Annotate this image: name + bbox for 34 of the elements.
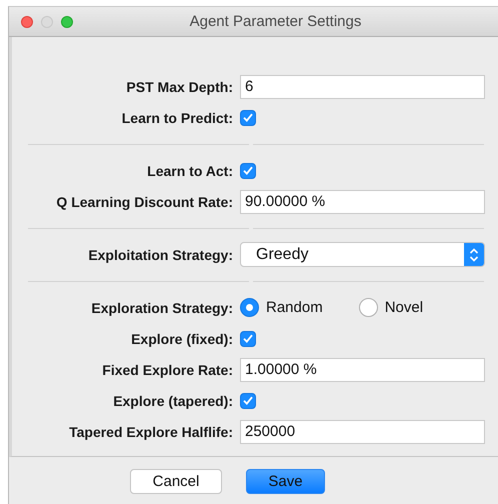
checkbox-label: Explore (tapered): xyxy=(112,392,233,408)
checkbox-label: Learn to Predict: xyxy=(120,110,233,126)
checkmark-icon xyxy=(243,166,253,175)
checkmark-icon xyxy=(243,396,253,405)
window-title: Agent Parameter Settings xyxy=(190,13,362,30)
radio-option[interactable]: Novel xyxy=(358,298,424,317)
checkbox[interactable] xyxy=(240,162,256,178)
checkmark-icon xyxy=(243,334,253,343)
radio-option[interactable]: Random xyxy=(240,298,323,317)
input-field[interactable]: 6 xyxy=(240,74,485,98)
dropdown[interactable]: Greedy xyxy=(240,242,485,267)
checkmark-icon xyxy=(243,113,253,122)
field-label: Q Learning Discount Rate: xyxy=(55,194,233,210)
checkbox[interactable] xyxy=(240,330,256,346)
checkbox-label: Explore (fixed): xyxy=(130,330,233,346)
save-button[interactable]: Save xyxy=(246,469,325,494)
dropdown-label: Exploitation Strategy: xyxy=(87,246,233,262)
radio-group-label: Exploration Strategy: xyxy=(90,300,233,316)
radio-button[interactable] xyxy=(240,298,259,317)
zoom-button[interactable] xyxy=(61,16,73,28)
checkbox-label: Learn to Act: xyxy=(146,162,233,178)
checkbox[interactable] xyxy=(240,392,256,408)
radio-dot-icon xyxy=(246,304,253,311)
input-field[interactable]: 90.00000 % xyxy=(240,190,485,214)
input-field[interactable]: 1.00000 % xyxy=(240,358,485,382)
input-field[interactable]: 250000 xyxy=(240,420,485,444)
checkbox[interactable] xyxy=(240,110,256,126)
field-label: Tapered Explore Halflife: xyxy=(68,424,233,440)
up-down-chevron-icon xyxy=(469,246,479,262)
cancel-button[interactable]: Cancel xyxy=(130,469,222,494)
radio-button[interactable] xyxy=(358,298,378,317)
close-button[interactable] xyxy=(21,16,33,28)
field-label: Fixed Explore Rate: xyxy=(101,362,233,378)
field-label: PST Max Depth: xyxy=(125,78,233,94)
